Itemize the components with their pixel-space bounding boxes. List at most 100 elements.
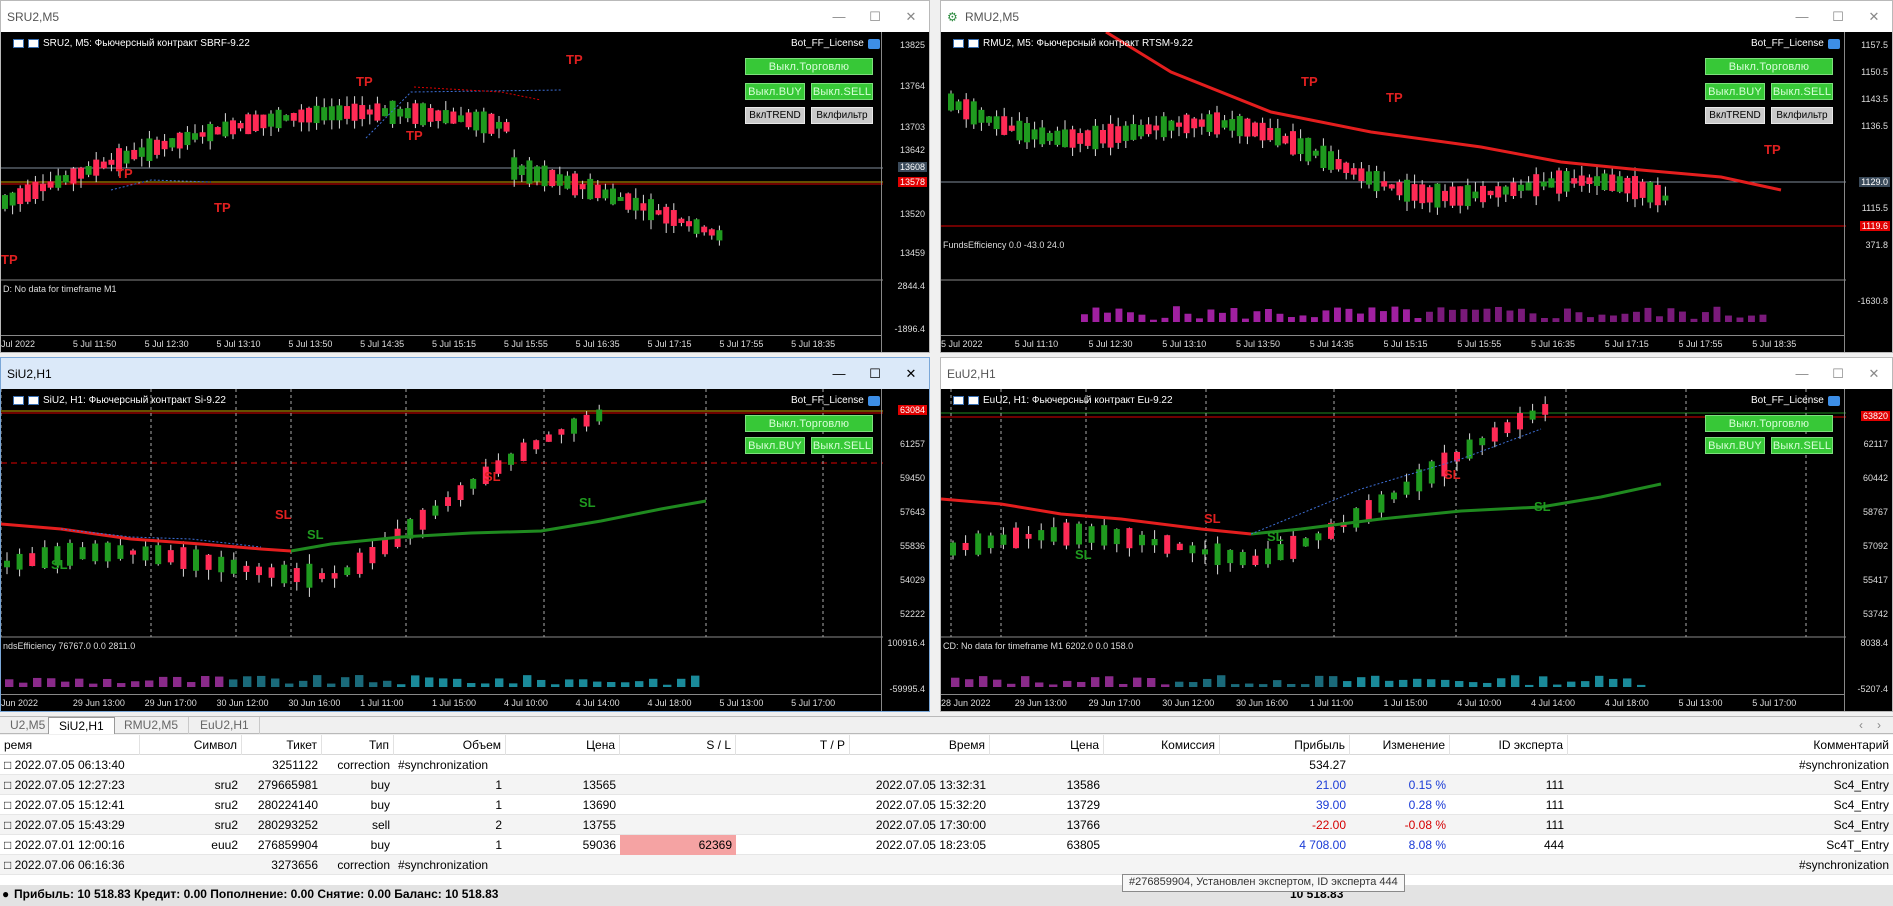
histogram-bar xyxy=(1391,306,1399,322)
col-tp[interactable]: T / P xyxy=(736,735,850,755)
col-price2[interactable]: Цена xyxy=(990,735,1104,755)
trend-button[interactable]: ВклTREND xyxy=(745,107,805,124)
window-titlebar[interactable]: SiU2,H1 — ☐ ✕ xyxy=(1,358,929,389)
col-comment[interactable]: Комментарий xyxy=(1568,735,1893,755)
toggle-trading-button[interactable]: Выкл.Торговлю xyxy=(1705,58,1833,75)
col-price[interactable]: Цена xyxy=(506,735,620,755)
toggle-buy-button[interactable]: Выкл.BUY xyxy=(1705,83,1765,100)
chart-menu-icon[interactable] xyxy=(28,396,39,405)
toggle-sell-button[interactable]: Выкл.SELL xyxy=(1771,437,1833,454)
toggle-buy-button[interactable]: Выкл.BUY xyxy=(745,437,805,454)
candle xyxy=(1624,177,1631,194)
price-chart[interactable]: RMU2, M5: Фьючерсный контракт RTSM-9.22 … xyxy=(941,32,1892,352)
table-row[interactable]: □ 2022.07.01 12:00:16 euu2 276859904 buy 1 59… xyxy=(0,835,1893,855)
maximize-icon[interactable]: ☐ xyxy=(1820,9,1856,25)
histogram-bar xyxy=(1414,318,1422,322)
toggle-sell-button[interactable]: Выкл.SELL xyxy=(1771,83,1833,100)
col-sl[interactable]: S / L xyxy=(620,735,736,755)
table-row[interactable]: □ 2022.07.05 15:43:29 sru2 280293252 sell 2 1… xyxy=(0,815,1893,835)
maximize-icon[interactable]: ☐ xyxy=(857,9,893,25)
axis-label: 13459 xyxy=(899,248,925,258)
close-icon[interactable]: ✕ xyxy=(1856,9,1892,25)
close-icon[interactable]: ✕ xyxy=(1856,366,1892,382)
axis-label: 2844.4 xyxy=(897,281,925,291)
toggle-buy-button[interactable]: Выкл.BUY xyxy=(745,83,805,100)
col-symbol[interactable]: Символ xyxy=(140,735,242,755)
col-ticket[interactable]: Тикет xyxy=(242,735,322,755)
price-chart[interactable]: EuU2, H1: Фьючерсный контракт Eu-9.22 Bo… xyxy=(941,389,1892,711)
maximize-icon[interactable]: ☐ xyxy=(1820,366,1856,382)
minimize-icon[interactable]: — xyxy=(821,366,857,381)
chart-menu-icon[interactable] xyxy=(968,39,979,48)
cell-time2: 2022.07.05 15:32:20 xyxy=(875,798,986,812)
filter-button[interactable]: Вклфильтр xyxy=(811,107,873,124)
toggle-buy-button[interactable]: Выкл.BUY xyxy=(1705,437,1765,454)
col-expert-id[interactable]: ID эксперта xyxy=(1450,735,1568,755)
histogram-bar xyxy=(1184,313,1192,322)
close-icon[interactable]: ✕ xyxy=(893,366,929,382)
chart-menu-icon[interactable] xyxy=(953,396,964,405)
candle xyxy=(1229,119,1236,131)
chart-menu-icon[interactable] xyxy=(28,39,39,48)
toggle-sell-button[interactable]: Выкл.SELL xyxy=(811,83,873,100)
window-titlebar[interactable]: ⚙ RMU2,M5 — ☐ ✕ xyxy=(941,1,1892,32)
chart-menu-icon[interactable] xyxy=(953,39,964,48)
chart-caption: SiU2, H1: Фьючерсный контракт Si-9.22 xyxy=(13,395,226,406)
table-row[interactable]: □ 2022.07.06 06:16:36 3273656 correction #s… xyxy=(0,855,1893,875)
maximize-icon[interactable]: ☐ xyxy=(857,366,893,382)
col-change[interactable]: Изменение xyxy=(1350,735,1450,755)
candle xyxy=(1335,159,1342,170)
close-icon[interactable]: ✕ xyxy=(893,9,929,25)
toggle-trading-button[interactable]: Выкл.Торговлю xyxy=(1705,415,1833,432)
scroll-left-icon[interactable]: ‹ xyxy=(1859,718,1863,732)
candle xyxy=(331,573,338,579)
candle xyxy=(533,440,540,450)
tab-euu2[interactable]: EuU2,H1 xyxy=(190,717,260,734)
chart-window-siu2[interactable]: SiU2,H1 — ☐ ✕ SiU2, H1: Фьючерсный контр… xyxy=(0,357,930,712)
col-profit[interactable]: Прибыль xyxy=(1220,735,1350,755)
chart-menu-icon[interactable] xyxy=(13,396,24,405)
table-row[interactable]: □ 2022.07.05 06:13:40 3251122 correction #s… xyxy=(0,755,1893,775)
chart-window-sru2[interactable]: SRU2,M5 — ☐ ✕ SRU2, M5: Фьючерсный контр… xyxy=(0,0,930,353)
col-type[interactable]: Тип xyxy=(322,735,394,755)
candle xyxy=(47,181,54,188)
candle xyxy=(1343,162,1350,173)
sl-marker: SL xyxy=(51,557,68,572)
toggle-trading-button[interactable]: Выкл.Торговлю xyxy=(745,415,873,432)
table-row[interactable]: □ 2022.07.05 15:12:41 sru2 280224140 buy 1 13… xyxy=(0,795,1893,815)
tab-rmu2[interactable]: RMU2,M5 xyxy=(114,717,190,734)
price-chart[interactable]: SiU2, H1: Фьючерсный контракт Si-9.22 Bo… xyxy=(1,389,929,711)
trend-button[interactable]: ВклTREND xyxy=(1705,107,1765,124)
col-time2[interactable]: Время xyxy=(850,735,990,755)
window-titlebar[interactable]: SRU2,M5 — ☐ ✕ xyxy=(1,1,929,32)
history-table: ремя Символ Тикет Тип Объем Цена S / L T… xyxy=(0,735,1893,906)
symbol-caption: EuU2, H1: Фьючерсный контракт Eu-9.22 xyxy=(983,395,1173,406)
chart-menu-icon[interactable] xyxy=(968,396,979,405)
candle xyxy=(70,168,77,184)
window-titlebar[interactable]: EuU2,H1 — ☐ ✕ xyxy=(941,358,1892,389)
price-chart[interactable]: SRU2, M5: Фьючерсный контракт SBRF-9.22 … xyxy=(1,32,929,352)
chart-menu-icon[interactable] xyxy=(13,39,24,48)
histogram-bar xyxy=(1506,310,1514,322)
histogram-bar xyxy=(1575,312,1583,322)
table-row[interactable]: □ 2022.07.05 12:27:23 sru2 279665981 buy 1 13… xyxy=(0,775,1893,795)
minimize-icon[interactable]: — xyxy=(821,9,857,24)
chart-window-euu2[interactable]: EuU2,H1 — ☐ ✕ EuU2, H1: Фьючерсный контр… xyxy=(940,357,1893,712)
histogram-bar xyxy=(621,682,630,687)
col-time[interactable]: ремя xyxy=(0,735,140,755)
minimize-icon[interactable]: — xyxy=(1784,366,1820,381)
minimize-icon[interactable]: — xyxy=(1784,9,1820,24)
scroll-right-icon[interactable]: › xyxy=(1877,718,1881,732)
toggle-sell-button[interactable]: Выкл.SELL xyxy=(811,437,873,454)
cell-sl: 62369 xyxy=(620,835,736,855)
chart-window-rmu2[interactable]: ⚙ RMU2,M5 — ☐ ✕ RMU2, M5: Фьючерсный кон… xyxy=(940,0,1893,353)
indicator-text: D: No data for timeframe M1 xyxy=(3,284,117,294)
tab-siu2[interactable]: SiU2,H1 xyxy=(48,717,115,734)
col-commission[interactable]: Комиссия xyxy=(1104,735,1220,755)
time-label: 5 Jul 13:50 xyxy=(288,339,333,349)
toggle-trading-button[interactable]: Выкл.Торговлю xyxy=(745,58,873,75)
col-volume[interactable]: Объем xyxy=(394,735,506,755)
filter-button[interactable]: Вклфильтр xyxy=(1771,107,1833,124)
axis-label: 54029 xyxy=(899,575,925,585)
time-label: 30 Jun 16:00 xyxy=(288,698,341,708)
